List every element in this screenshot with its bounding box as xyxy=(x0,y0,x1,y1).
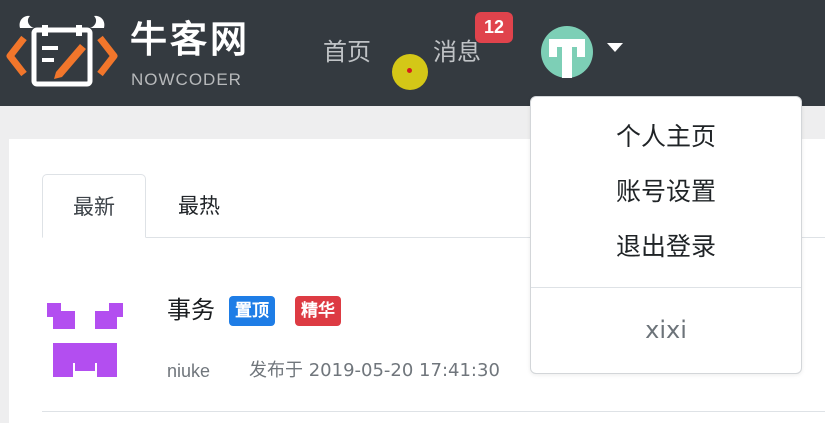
brand-subtitle: NOWCODER xyxy=(131,70,242,89)
menu-item-account-settings[interactable]: 账号设置 xyxy=(531,172,801,212)
top-navbar: 牛客网 NOWCODER 首页 消息 12 xyxy=(0,0,825,106)
nowcoder-logo-icon[interactable] xyxy=(6,14,118,92)
tag-featured-badge: 精华 xyxy=(295,296,341,326)
post-divider xyxy=(42,411,825,412)
mouse-cursor-indicator xyxy=(392,54,428,90)
tab-hottest[interactable]: 最热 xyxy=(159,174,239,238)
user-dropdown-menu: 个人主页 账号设置 退出登录 xixi xyxy=(530,96,802,374)
nav-messages-link[interactable]: 消息 xyxy=(433,34,481,70)
menu-item-logout[interactable]: 退出登录 xyxy=(531,227,801,267)
post-author[interactable]: niuke xyxy=(167,358,210,384)
menu-divider xyxy=(531,287,801,288)
caret-down-icon[interactable] xyxy=(607,43,623,52)
messages-count-badge: 12 xyxy=(475,12,513,43)
tab-latest[interactable]: 最新 xyxy=(42,174,146,238)
post-title[interactable]: 事务 xyxy=(167,293,215,327)
purple-pixel-avatar-icon[interactable] xyxy=(47,299,123,379)
menu-item-profile[interactable]: 个人主页 xyxy=(531,117,801,157)
tag-pinned-badge: 置顶 xyxy=(229,296,275,326)
nav-home-link[interactable]: 首页 xyxy=(323,34,371,70)
menu-username: xixi xyxy=(645,316,687,344)
user-avatar-icon[interactable] xyxy=(541,26,593,78)
post-publish-time: 发布于 2019-05-20 17:41:30 xyxy=(249,360,500,381)
brand-name[interactable]: 牛客网 xyxy=(130,18,250,62)
